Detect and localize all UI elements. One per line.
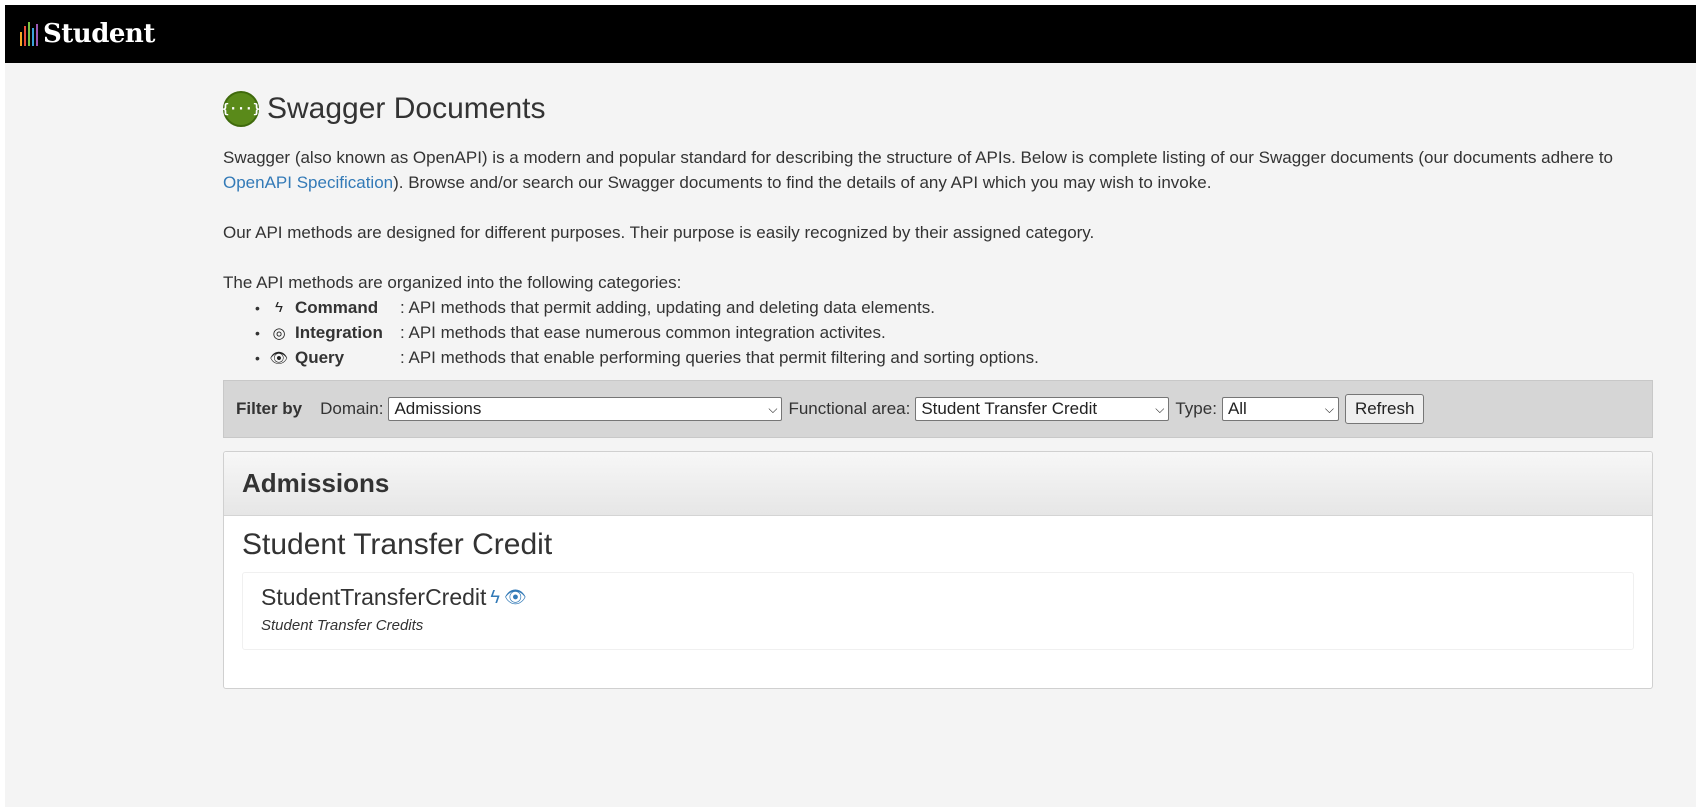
document-title-row: StudentTransferCredit ϟ 👁 — [261, 583, 1633, 611]
target-icon: ◎ — [272, 324, 286, 342]
document-title-link[interactable]: StudentTransferCredit — [261, 584, 486, 611]
intro-text-1: Swagger (also known as OpenAPI) is a mod… — [223, 148, 1614, 167]
top-bar: Student — [5, 5, 1696, 63]
functional-area-label: Functional area: — [788, 399, 911, 418]
logo-bars-icon — [20, 22, 38, 46]
chevron-down-icon: ⌵ — [768, 401, 778, 416]
type-select-value: All — [1227, 399, 1247, 418]
domain-heading: Admissions — [242, 468, 390, 498]
bolt-icon: ϟ — [275, 299, 283, 316]
category-item-integration: • ◎ Integration : API methods that ease … — [255, 322, 886, 342]
intro-text-2: ). Browse and/or search our Swagger docu… — [393, 173, 1212, 192]
swagger-icon: {···} — [221, 91, 261, 127]
chevron-down-icon: ⌵ — [1155, 401, 1165, 416]
main-content: {···} Swagger Documents Swagger (also kn… — [221, 63, 1653, 689]
category-name: Command — [295, 297, 379, 317]
intro-paragraph: Swagger (also known as OpenAPI) is a mod… — [223, 145, 1653, 195]
filter-bar: Filter by Domain: Admissions ⌵ Functiona… — [223, 380, 1653, 438]
page-title-row: {···} Swagger Documents — [221, 91, 1653, 127]
site-logo[interactable]: Student — [20, 19, 155, 49]
domain-select[interactable]: Admissions ⌵ — [388, 397, 783, 421]
type-select[interactable]: All ⌵ — [1221, 397, 1339, 421]
functional-area-heading: Student Transfer Credit — [242, 528, 553, 561]
logo-text: Student — [43, 19, 155, 49]
category-desc: : API methods that enable performing que… — [400, 347, 1039, 367]
functional-area-select[interactable]: Student Transfer Credit ⌵ — [915, 397, 1170, 421]
domain-heading-bar: Admissions — [224, 452, 1652, 516]
category-name: Integration — [295, 322, 383, 342]
openapi-spec-link[interactable]: OpenAPI Specification — [223, 173, 393, 192]
results-panel: Admissions Student Transfer Credit Stude… — [223, 451, 1653, 689]
category-desc: : API methods that permit adding, updati… — [400, 297, 935, 317]
purpose-paragraph: Our API methods are designed for differe… — [223, 223, 1095, 242]
chevron-down-icon: ⌵ — [1324, 401, 1334, 416]
eye-icon: 👁 — [269, 349, 289, 367]
eye-icon: 👁 — [503, 586, 527, 607]
filter-label: Filter by — [236, 399, 303, 418]
category-item-query: • 👁 Query : API methods that enable perf… — [255, 347, 1039, 367]
bolt-icon: ϟ — [490, 586, 500, 607]
categories-intro: The API methods are organized into the f… — [223, 273, 682, 292]
document-description: Student Transfer Credits — [261, 617, 424, 634]
domain-select-value: Admissions — [394, 399, 482, 418]
page-frame: Student {···} Swagger Documents Swagger … — [5, 5, 1696, 807]
document-card[interactable]: StudentTransferCredit ϟ 👁 Student Transf… — [242, 572, 1634, 650]
category-name: Query — [295, 347, 345, 367]
category-desc: : API methods that ease numerous common … — [400, 322, 886, 342]
functional-area-select-value: Student Transfer Credit — [921, 399, 1098, 418]
page-title: Swagger Documents — [267, 92, 546, 125]
domain-label: Domain: — [320, 399, 384, 418]
refresh-button[interactable]: Refresh — [1344, 394, 1425, 424]
category-item-command: • ϟ Command : API methods that permit ad… — [255, 297, 935, 317]
category-list: • ϟ Command : API methods that permit ad… — [223, 295, 1653, 370]
type-label: Type: — [1175, 399, 1217, 418]
